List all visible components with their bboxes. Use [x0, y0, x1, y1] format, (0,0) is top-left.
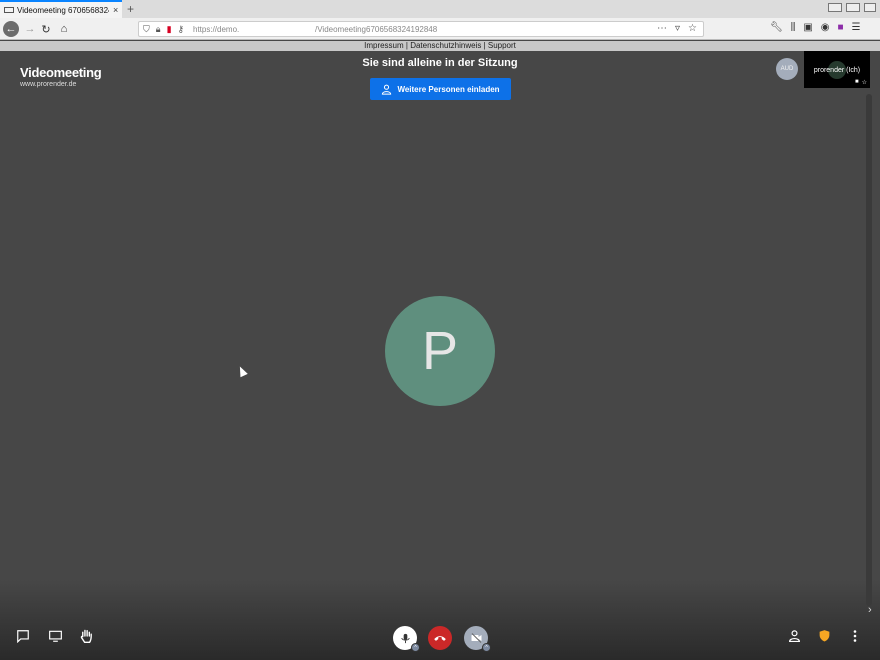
legal-links-bar[interactable]: Impressum | Datenschutzhinweis | Support — [0, 41, 880, 51]
alone-message: Sie sind alleine in der Sitzung — [362, 57, 518, 69]
filmstrip-scrollbar[interactable] — [866, 94, 872, 606]
more-options-icon — [853, 630, 857, 642]
raise-hand-button[interactable] — [79, 628, 94, 644]
screen-share-icon — [49, 630, 62, 642]
url-actions: ⋯ ▿ ☆ — [657, 23, 697, 34]
self-status-icons: ■ ☆ — [855, 79, 867, 86]
library-icon[interactable]: ⫼ — [791, 22, 796, 33]
mouse-cursor-icon — [236, 364, 248, 378]
wrench-icon[interactable]: 🔧︎ — [770, 22, 783, 33]
security-shield-icon — [819, 630, 830, 642]
tab-close-icon[interactable]: × — [113, 5, 118, 15]
hangup-icon — [434, 636, 446, 641]
camera-toggle-button[interactable]: ^ — [464, 626, 491, 652]
url-host: https://demo. — [193, 25, 240, 34]
browser-tab-bar: Videomeeting 6706568324192848 × + — [0, 0, 880, 18]
key-icon[interactable]: ⚷ — [178, 24, 185, 35]
invite-button[interactable] — [788, 629, 801, 643]
hangup-button[interactable] — [428, 626, 452, 650]
camera-muted-icon: ■ — [854, 79, 859, 85]
new-tab-icon[interactable]: + — [127, 2, 134, 16]
brand-url: www.prorender.de — [20, 81, 77, 88]
extension-icon[interactable]: ■ — [838, 22, 844, 33]
sidebar-icon[interactable]: ▣ — [803, 22, 812, 33]
self-name: prorender (Ich) — [813, 67, 861, 74]
reload-icon[interactable]: ↻ — [38, 21, 54, 37]
microphone-options-icon[interactable]: ^ — [411, 643, 420, 652]
chat-button[interactable] — [16, 629, 30, 643]
participant-avatar[interactable]: P — [385, 296, 495, 406]
bookmark-star-icon[interactable]: ☆ — [688, 23, 697, 34]
tab-favicon-icon — [4, 7, 14, 13]
audio-participant-avatar[interactable]: AUD — [776, 58, 798, 80]
chat-icon — [17, 630, 29, 643]
maximize-window-icon[interactable] — [846, 3, 860, 12]
minimize-window-icon[interactable] — [828, 3, 842, 12]
tab-title: Videomeeting 6706568324192848 — [17, 5, 109, 15]
microphone-button[interactable]: ^ — [393, 626, 420, 652]
shield-icon[interactable]: ⛉ — [143, 24, 150, 35]
page-actions-icon[interactable]: ⋯ — [657, 23, 667, 34]
screen-share-button[interactable] — [48, 629, 63, 643]
star-icon: ☆ — [861, 80, 867, 86]
microphone-icon — [400, 633, 410, 643]
home-icon[interactable]: ⌂ — [56, 21, 72, 37]
invite-label: Weitere Personen einladen — [397, 84, 500, 94]
lock-icon[interactable]: 🔒︎ — [156, 24, 161, 35]
meeting-stage: Videomeeting www.prorender.de Sie sind a… — [0, 51, 880, 660]
back-arrow-icon[interactable]: ← — [3, 21, 19, 37]
browser-nav-bar: ← → ↻ ⌂ ⛉ 🔒︎ ▮ ⚷ https://demo. /Videomee… — [0, 18, 880, 40]
url-bar[interactable]: ⛉ 🔒︎ ▮ ⚷ https://demo. /Videomeeting6706… — [138, 21, 704, 37]
warning-icon: ▮ — [166, 24, 172, 34]
menu-icon[interactable]: ☰ — [852, 22, 861, 33]
chevron-right-icon[interactable]: › — [868, 604, 872, 616]
close-window-icon[interactable] — [864, 3, 876, 12]
invite-person-icon — [789, 630, 800, 643]
browser-tools: 🔧︎ ⫼ ▣ ◉ ■ ☰ — [770, 22, 861, 33]
security-options-button[interactable] — [818, 628, 831, 643]
account-icon[interactable]: ◉ — [821, 22, 830, 33]
url-path: /Videomeeting6706568324192848 — [315, 25, 438, 34]
camera-off-icon — [471, 633, 481, 643]
camera-options-icon[interactable]: ^ — [482, 643, 491, 652]
raise-hand-icon — [80, 629, 92, 643]
pocket-icon[interactable]: ▿ — [675, 23, 680, 34]
invite-more-people-button[interactable]: Weitere Personen einladen — [370, 78, 511, 100]
local-video-tile[interactable]: prorender (Ich) ■ ☆ — [804, 51, 870, 88]
invite-person-icon — [382, 84, 392, 95]
more-options-button[interactable] — [849, 629, 861, 643]
url-security-icons: ⛉ 🔒︎ ▮ ⚷ — [143, 24, 184, 35]
forward-arrow-icon[interactable]: → — [22, 21, 38, 37]
browser-tab[interactable]: Videomeeting 6706568324192848 × — [0, 0, 122, 18]
